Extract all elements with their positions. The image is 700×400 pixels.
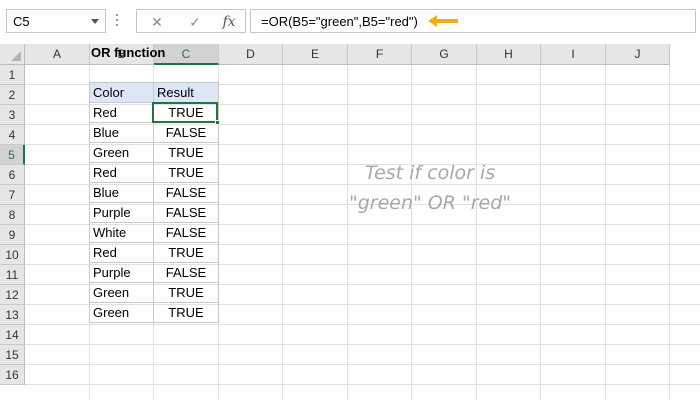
cell-color[interactable]: Blue bbox=[89, 182, 154, 203]
gridline-vertical bbox=[605, 65, 606, 400]
cell-result[interactable]: FALSE bbox=[153, 222, 219, 243]
row-header-6[interactable]: 6 bbox=[0, 165, 25, 185]
cell-result[interactable]: TRUE bbox=[153, 102, 219, 123]
row-header-2[interactable]: 2 bbox=[0, 85, 25, 105]
row-header-12[interactable]: 12 bbox=[0, 285, 25, 305]
cell-color[interactable]: Red bbox=[89, 162, 154, 183]
arrow-left-shape bbox=[428, 15, 458, 27]
close-icon[interactable]: ✕ bbox=[147, 12, 167, 32]
header-result[interactable]: Result bbox=[153, 82, 219, 103]
gridline-horizontal bbox=[25, 344, 700, 345]
gridline-vertical bbox=[282, 65, 283, 400]
row-header-14[interactable]: 14 bbox=[0, 325, 25, 345]
chevron-down-icon[interactable] bbox=[91, 19, 99, 24]
table-header-row: Color Result bbox=[89, 82, 219, 103]
annotation-note: Test if color is "green" OR "red" bbox=[320, 158, 540, 218]
fill-handle[interactable] bbox=[215, 120, 220, 125]
column-header-g[interactable]: G bbox=[412, 44, 477, 65]
gridline-horizontal bbox=[25, 324, 700, 325]
formula-bar: C5 ✕ ✓ fx =OR(B5="green",B5="red") bbox=[0, 0, 700, 44]
column-header-f[interactable]: F bbox=[348, 44, 412, 65]
table-row: Purple FALSE bbox=[89, 262, 219, 283]
header-color[interactable]: Color bbox=[89, 82, 154, 103]
annotation-line-1: Test if color is bbox=[364, 162, 496, 184]
select-all-button[interactable] bbox=[0, 44, 25, 65]
row-header-10[interactable]: 10 bbox=[0, 245, 25, 265]
cell-result[interactable]: TRUE bbox=[153, 162, 219, 183]
arrow-left-icon bbox=[428, 15, 458, 27]
cell-result[interactable]: FALSE bbox=[153, 122, 219, 143]
row-header-13[interactable]: 13 bbox=[0, 305, 25, 325]
table-row: Blue FALSE bbox=[89, 182, 219, 203]
gridline-vertical bbox=[411, 65, 412, 400]
formula-text: =OR(B5="green",B5="red") bbox=[261, 14, 418, 29]
gridline-vertical bbox=[347, 65, 348, 400]
column-header-h[interactable]: H bbox=[477, 44, 541, 65]
gridline-horizontal bbox=[25, 364, 700, 365]
row-header-8[interactable]: 8 bbox=[0, 205, 25, 225]
column-header-e[interactable]: E bbox=[283, 44, 348, 65]
table-body: Red TRUE Blue FALSE Green TRUE Red TRUE Blue FALS… bbox=[89, 102, 219, 323]
table-row: Red TRUE bbox=[89, 102, 219, 123]
cell-color[interactable]: Green bbox=[89, 142, 154, 163]
cell-result[interactable]: TRUE bbox=[153, 242, 219, 263]
cell-color[interactable]: Purple bbox=[89, 202, 154, 223]
row-header-11[interactable]: 11 bbox=[0, 265, 25, 285]
row-header-4[interactable]: 4 bbox=[0, 125, 25, 145]
row-header-15[interactable]: 15 bbox=[0, 345, 25, 365]
cell-color[interactable]: Blue bbox=[89, 122, 154, 143]
gridline-horizontal bbox=[25, 384, 700, 385]
row-header-1[interactable]: 1 bbox=[0, 65, 25, 85]
column-header-a[interactable]: A bbox=[25, 44, 90, 65]
cell-result[interactable]: FALSE bbox=[153, 202, 219, 223]
cell-result[interactable]: FALSE bbox=[153, 182, 219, 203]
column-header-j[interactable]: J bbox=[606, 44, 670, 65]
name-box-value: C5 bbox=[13, 14, 30, 29]
sheet-title[interactable]: OR function bbox=[91, 45, 165, 60]
gridline-vertical bbox=[669, 65, 670, 400]
cell-result[interactable]: TRUE bbox=[153, 282, 219, 303]
row-header-9[interactable]: 9 bbox=[0, 225, 25, 245]
table-row: Purple FALSE bbox=[89, 202, 219, 223]
select-all-icon bbox=[11, 51, 21, 61]
column-header-i[interactable]: I bbox=[541, 44, 606, 65]
table-row: Green TRUE bbox=[89, 282, 219, 303]
function-icon[interactable]: fx bbox=[219, 12, 239, 32]
cell-result[interactable]: FALSE bbox=[153, 262, 219, 283]
cell-result[interactable]: TRUE bbox=[153, 302, 219, 323]
cell-color[interactable]: Red bbox=[89, 102, 154, 123]
annotation-line-2: "green" OR "red" bbox=[348, 192, 512, 214]
gridline-vertical bbox=[476, 65, 477, 400]
row-header-5[interactable]: 5 bbox=[0, 145, 25, 165]
cell-result[interactable]: TRUE bbox=[153, 142, 219, 163]
table-row: Red TRUE bbox=[89, 242, 219, 263]
formula-buttons: ✕ ✓ fx bbox=[136, 9, 246, 33]
table-row: Green TRUE bbox=[89, 142, 219, 163]
data-table: Color Result Red TRUE Blue FALSE Green TRUE Re… bbox=[89, 82, 219, 323]
name-box[interactable]: C5 bbox=[6, 9, 106, 33]
cell-color[interactable]: Purple bbox=[89, 262, 154, 283]
table-row: Red TRUE bbox=[89, 162, 219, 183]
formula-input[interactable]: =OR(B5="green",B5="red") bbox=[250, 9, 696, 33]
drag-handle-icon[interactable] bbox=[116, 14, 119, 28]
check-icon[interactable]: ✓ bbox=[185, 12, 205, 32]
gridline-vertical bbox=[540, 65, 541, 400]
column-header-d[interactable]: D bbox=[219, 44, 283, 65]
cell-color[interactable]: White bbox=[89, 222, 154, 243]
cell-color[interactable]: Green bbox=[89, 302, 154, 323]
table-row: White FALSE bbox=[89, 222, 219, 243]
cell-color[interactable]: Green bbox=[89, 282, 154, 303]
table-row: Green TRUE bbox=[89, 302, 219, 323]
row-header-3[interactable]: 3 bbox=[0, 105, 25, 125]
table-row: Blue FALSE bbox=[89, 122, 219, 143]
cell-color[interactable]: Red bbox=[89, 242, 154, 263]
row-header-16[interactable]: 16 bbox=[0, 365, 25, 385]
row-header-7[interactable]: 7 bbox=[0, 185, 25, 205]
